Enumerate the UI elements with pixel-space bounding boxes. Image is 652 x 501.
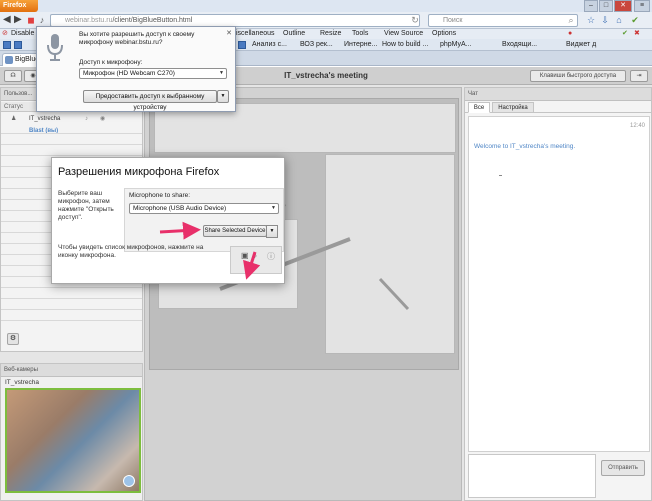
slide-arrow: [378, 277, 410, 311]
microphone-icon: [47, 34, 63, 61]
disable-icon: ⊘: [2, 30, 8, 37]
chat-send-button[interactable]: Отправить: [601, 460, 645, 476]
microphone-select[interactable]: Microphone (USB Audio Device): [129, 203, 279, 214]
mic-device-select[interactable]: Микрофон (HD Webcam C270): [79, 68, 227, 79]
home-icon[interactable]: ⌂: [614, 15, 624, 25]
table-row[interactable]: ♟ IT_vstrecha ♪ ◉: [1, 114, 142, 124]
error-icon[interactable]: ✖: [634, 29, 640, 39]
shield-icon[interactable]: ◼: [26, 15, 36, 25]
bookmark-item[interactable]: phpMyA...: [440, 39, 472, 51]
logout-button[interactable]: ⇥: [630, 70, 648, 82]
mic-status-icon: ♪: [85, 116, 88, 122]
forward-icon[interactable]: ▶: [14, 15, 22, 25]
tools-menu[interactable]: Tools: [352, 29, 368, 39]
view-source-menu[interactable]: View Source: [384, 29, 423, 39]
check-icon[interactable]: ✔: [622, 29, 628, 39]
resize-menu[interactable]: Resize: [320, 29, 341, 39]
bookmark-item[interactable]: Виджет д: [566, 39, 596, 51]
chat-panel: Чат Все Настройка 12:40 Welcome to IT_vs…: [464, 87, 652, 501]
chat-timestamp: 12:40: [629, 123, 645, 129]
mic-device-label: Доступ к микрофону:: [79, 59, 143, 66]
extension-icon[interactable]: ✔: [630, 15, 640, 25]
chat-message-input[interactable]: [468, 454, 596, 498]
bookmark-icon[interactable]: [238, 41, 246, 49]
webcams-panel-title: Веб-камеры: [1, 364, 142, 377]
bookmark-icon[interactable]: [3, 41, 11, 49]
share-selected-device-button[interactable]: Share Selected Device ▼: [203, 225, 278, 238]
mic-icon-preview: ▣ ♪ ⓘ: [230, 246, 282, 274]
tab-chat-settings[interactable]: Настройка: [492, 102, 534, 113]
chat-panel-title: Чат: [465, 88, 651, 101]
mic-permissions-dialog: Разрешения микрофона Firefox Выберите ва…: [51, 157, 285, 284]
webcams-panel: Веб-камеры IT_vstrecha: [0, 363, 143, 501]
dialog-title: Разрешения микрофона Firefox: [58, 166, 220, 178]
chat-welcome-message: Welcome to IT_vstrecha's meeting.: [474, 143, 576, 150]
page-favicon: [5, 56, 13, 64]
lock-icon: ▣: [241, 251, 249, 260]
share-dropdown-button[interactable]: ▼: [217, 90, 229, 103]
webcam-status-icon: ◉: [100, 116, 106, 122]
back-icon[interactable]: ◀: [3, 15, 11, 25]
chat-messages: 12:40 Welcome to IT_vstrecha's meeting.: [468, 116, 650, 452]
mic-permission-question: Вы хотите разрешить доступ к своему микр…: [79, 31, 195, 46]
camera-icon[interactable]: [123, 475, 135, 487]
options-menu[interactable]: Options: [432, 29, 456, 39]
reload-icon[interactable]: ↻: [410, 15, 420, 25]
miscellaneous-menu[interactable]: iscellaneous: [236, 29, 275, 39]
outline-menu[interactable]: Outline: [283, 29, 305, 39]
status-column: Статус: [4, 104, 23, 110]
url-path: /client/BigBlueButton.html: [112, 17, 193, 24]
webcam-video[interactable]: [5, 388, 141, 493]
title-bar: Firefox – □ ✕ ≡: [0, 0, 652, 12]
star-icon[interactable]: ☆: [586, 15, 596, 25]
url-host: webinar.bstu.ru: [65, 17, 113, 24]
shortcut-keys-button[interactable]: Клавиши быстрого доступа: [530, 70, 626, 82]
download-icon[interactable]: ⇩: [600, 15, 610, 25]
bookmark-item[interactable]: Интерне...: [344, 39, 377, 51]
tab-chat-all[interactable]: Все: [468, 102, 490, 113]
share-selected-label: Share Selected Device: [204, 228, 266, 234]
bookmark-icon[interactable]: [14, 41, 22, 49]
microphone-icon[interactable]: ♪: [37, 15, 47, 25]
disable-menu[interactable]: Disable: [11, 29, 34, 39]
firefox-menu-button[interactable]: Firefox: [0, 0, 38, 12]
share-label: Microphone to share:: [129, 192, 191, 199]
microphone-icon: ♪: [253, 251, 257, 260]
cursor-mark: [499, 175, 502, 176]
bookmark-item[interactable]: Анализ с...: [252, 39, 287, 51]
dialog-hint: Чтобы увидеть список микрофонов, нажмите…: [58, 244, 204, 259]
settings-icon[interactable]: ⚙: [7, 333, 19, 345]
search-icon[interactable]: ⌕: [566, 15, 576, 25]
maximize-button[interactable]: □: [599, 0, 613, 12]
search-input[interactable]: Поиск: [428, 14, 578, 27]
mic-permission-popup: Вы хотите разрешить доступ к своему микр…: [36, 26, 236, 112]
share-panel: Microphone to share: Microphone (USB Aud…: [124, 188, 284, 252]
webcam-user-label: IT_vstrecha: [5, 379, 39, 386]
bookmark-item[interactable]: How to build ...: [382, 39, 428, 51]
dialog-instructions: Выберите ваш микрофон, затем нажмите "От…: [58, 190, 114, 221]
close-icon[interactable]: ✕: [226, 29, 232, 37]
abp-icon[interactable]: ●: [568, 29, 572, 39]
bookmark-item[interactable]: Входящи...: [502, 39, 537, 51]
menu-icon[interactable]: ≡: [634, 0, 650, 12]
info-icon: ⓘ: [267, 252, 275, 261]
share-split-button[interactable]: ▼: [266, 225, 278, 238]
close-window-button[interactable]: ✕: [614, 0, 632, 12]
chat-tabs: Все Настройка: [465, 101, 651, 113]
bigbluebutton-app: ☊ ◉ IT_vstrecha's meeting Клавиши быстро…: [0, 67, 652, 501]
share-device-button[interactable]: Предоставить доступ к выбранному устройс…: [83, 90, 217, 111]
presenter-icon: ♟: [11, 116, 17, 122]
user-name: IT_vstrecha: [29, 116, 61, 122]
minimize-button[interactable]: –: [584, 0, 598, 12]
bookmark-item[interactable]: ВОЗ рек...: [300, 39, 333, 51]
presentation-panel: [144, 87, 462, 501]
